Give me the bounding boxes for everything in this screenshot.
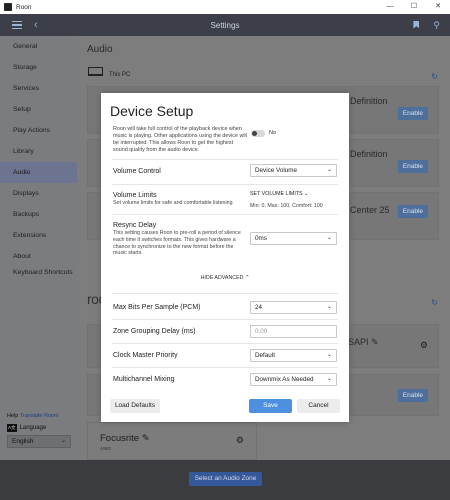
window-controls: — ☐ ✕	[378, 0, 450, 14]
volume-limits-values: Min: 0, Max: 100, Comfort: 100	[250, 203, 323, 209]
enable-button[interactable]: Enable	[397, 389, 428, 402]
chevron-down-icon: ⌄	[326, 235, 332, 241]
resync-delay-select[interactable]: 0ms ⌄	[250, 232, 337, 245]
resync-delay-label: Resync Delay	[113, 222, 157, 229]
chevron-down-icon: ⌄	[326, 376, 332, 382]
volume-limits-description: Set volume limits for safe and comfortab…	[113, 200, 233, 206]
sidebar-item-extensions[interactable]: Extensions	[0, 225, 77, 246]
load-defaults-button[interactable]: Load Defaults	[110, 399, 160, 413]
language-select[interactable]: English ⌄	[7, 435, 71, 448]
translate-roon-link[interactable]: Translate Roon!	[20, 413, 59, 419]
language-value: English	[12, 438, 34, 445]
chevron-down-icon: ⌄	[326, 352, 332, 358]
language-row: A文 Language	[7, 424, 46, 432]
resync-delay-value: 0ms	[255, 235, 267, 242]
enable-button[interactable]: Enable	[397, 205, 428, 218]
dialog-title: Device Setup	[110, 103, 194, 119]
multichannel-mixing-select[interactable]: Downmix As Needed ⌄	[250, 373, 337, 386]
zone-grouping-label: Zone Grouping Delay (ms)	[113, 328, 196, 335]
refresh-icon[interactable]: ↻	[431, 72, 438, 81]
app-header: ‹ Settings ⚲	[0, 14, 450, 36]
hide-advanced-toggle[interactable]: HIDE ADVANCED ⌃	[101, 275, 349, 281]
hamburger-menu-icon[interactable]	[12, 19, 22, 32]
save-button[interactable]: Save	[249, 399, 292, 413]
sidebar-item-services[interactable]: Services	[0, 78, 77, 99]
page-title: Settings	[210, 20, 240, 30]
sidebar-item-library[interactable]: Library	[0, 141, 77, 162]
multichannel-mixing-value: Downmix As Needed	[255, 376, 314, 383]
divider	[112, 214, 338, 215]
sidebar-item-storage[interactable]: Storage	[0, 57, 77, 78]
max-bits-select[interactable]: 24 ⌄	[250, 301, 337, 314]
select-audio-zone-button[interactable]: Select an Audio Zone	[189, 472, 262, 486]
focusrite-type: ASIO	[100, 446, 111, 451]
gear-icon[interactable]: ⚙	[236, 435, 244, 446]
max-bits-label: Max Bits Per Sample (PCM)	[113, 304, 201, 311]
sidebar-item-backups[interactable]: Backups	[0, 204, 77, 225]
volume-control-value: Device Volume	[255, 167, 297, 174]
sidebar-item-keyboard-shortcuts[interactable]: Keyboard Shortcuts	[0, 267, 77, 289]
sidebar-item-about[interactable]: About	[0, 246, 77, 267]
divider	[112, 367, 338, 368]
device-name: Definition	[350, 96, 388, 106]
clock-master-select[interactable]: Default ⌄	[250, 349, 337, 362]
multichannel-mixing-label: Multichannel Mixing	[113, 376, 175, 383]
window-titlebar: Roon — ☐ ✕	[0, 0, 450, 14]
this-pc-label: This PC	[109, 72, 131, 78]
maximize-button[interactable]: ☐	[402, 0, 426, 14]
search-icon[interactable]: ⚲	[433, 20, 440, 31]
set-volume-limits-link[interactable]: SET VOLUME LIMITS ⌄	[250, 191, 309, 197]
enable-button[interactable]: Enable	[397, 107, 428, 120]
chevron-down-icon: ⌄	[60, 438, 66, 444]
clock-master-value: Default	[255, 352, 275, 359]
cancel-button[interactable]: Cancel	[297, 399, 340, 413]
roon-app-icon	[4, 3, 12, 11]
device-name: SAPI ✎	[348, 337, 379, 347]
gear-icon[interactable]: ⚙	[420, 340, 428, 351]
window-title: Roon	[16, 3, 32, 11]
bookmark-icon[interactable]	[413, 20, 420, 29]
zone-grouping-input[interactable]: 0.00	[250, 325, 337, 338]
laptop-icon	[88, 67, 103, 76]
max-bits-value: 24	[255, 304, 263, 311]
exclusive-mode-toggle-label: No	[269, 130, 277, 136]
divider	[112, 319, 338, 320]
chevron-down-icon: ⌄	[326, 304, 332, 310]
volume-control-select[interactable]: Device Volume ⌄	[250, 164, 337, 177]
device-name: Definition	[350, 149, 388, 159]
clock-master-label: Clock Master Priority	[113, 352, 178, 359]
chevron-down-icon: ⌄	[326, 167, 332, 173]
header-actions: ⚲	[413, 20, 440, 31]
minimize-button[interactable]: —	[378, 0, 402, 14]
volume-control-label: Volume Control	[113, 168, 161, 175]
help-label: Help	[7, 413, 19, 419]
back-arrow-icon[interactable]: ‹	[34, 19, 38, 31]
divider	[112, 293, 338, 294]
focusrite-card: Focusrite ✎ ASIO ⚙	[87, 422, 257, 460]
close-button[interactable]: ✕	[426, 0, 450, 14]
volume-limits-label: Volume Limits	[113, 192, 157, 199]
device-name: Center 25	[350, 205, 390, 215]
divider	[112, 343, 338, 344]
divider	[112, 159, 338, 160]
sidebar-item-setup[interactable]: Setup	[0, 99, 77, 120]
settings-sidebar: General Storage Services Setup Play Acti…	[0, 36, 77, 460]
refresh-icon[interactable]: ↻	[431, 298, 438, 307]
sidebar-item-play-actions[interactable]: Play Actions	[0, 120, 77, 141]
focusrite-name: Focusrite ✎	[100, 433, 150, 444]
exclusive-mode-description: Roon will take full control of the playb…	[113, 126, 247, 153]
sidebar-item-general[interactable]: General	[0, 36, 77, 57]
language-label: Language	[19, 425, 47, 431]
sidebar-item-displays[interactable]: Displays	[0, 183, 77, 204]
language-icon: A文	[7, 424, 17, 432]
divider	[112, 184, 338, 185]
sidebar-item-audio[interactable]: Audio	[0, 162, 77, 183]
section-title-audio: Audio	[87, 44, 113, 55]
resync-delay-description: This setting causes Roon to pre-roll a p…	[113, 230, 241, 257]
device-setup-dialog: Device Setup Roon will take full control…	[101, 93, 349, 422]
enable-button[interactable]: Enable	[397, 160, 428, 173]
footer-bar: Select an Audio Zone	[0, 460, 450, 500]
exclusive-mode-toggle[interactable]	[251, 130, 265, 137]
help-translate: Help Translate Roon!	[7, 413, 59, 419]
